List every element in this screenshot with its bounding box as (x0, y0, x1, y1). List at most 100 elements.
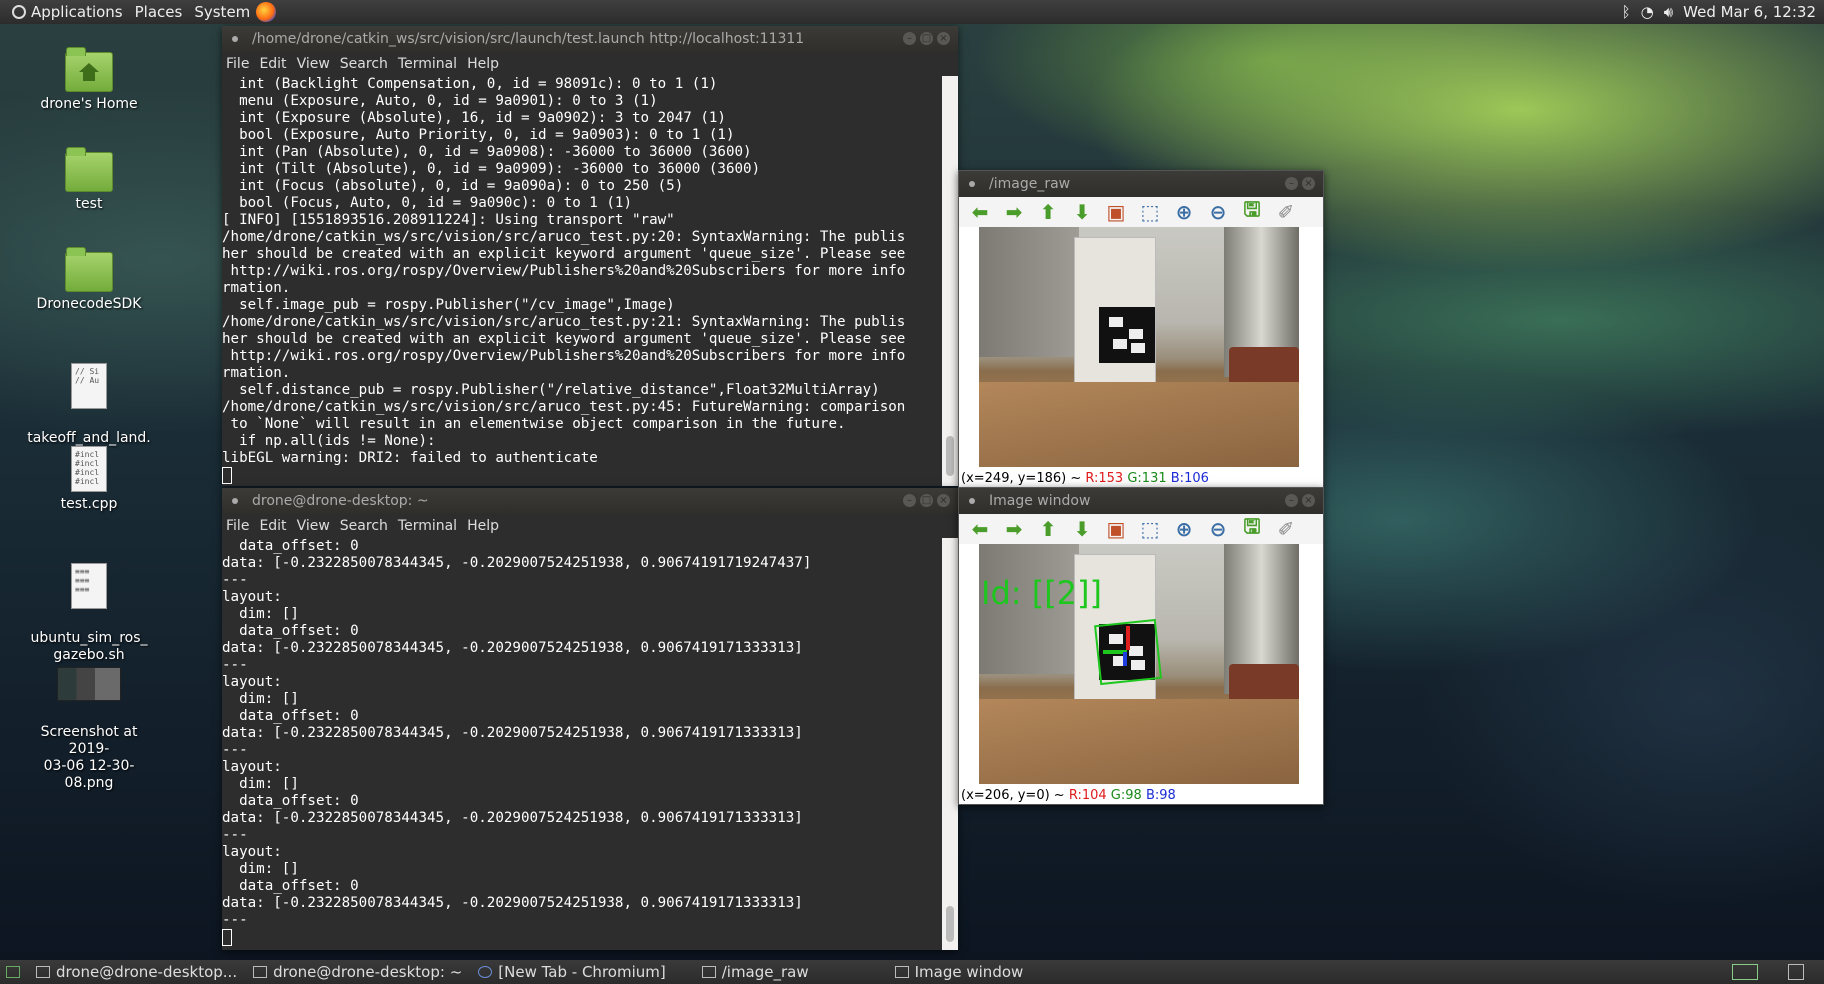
places-menu[interactable]: Places (129, 3, 189, 21)
save-icon[interactable]: 🖫︎ (1237, 514, 1267, 542)
window-menu-icon[interactable] (969, 181, 975, 187)
arrow-left-icon[interactable]: ⬅ (965, 516, 995, 542)
terminal-line: menu (Exposure, Auto, 0, id = 9a0901): 0… (222, 93, 658, 109)
close-icon[interactable]: × (1302, 177, 1315, 190)
terminal-window-rostopic[interactable]: drone@drone-desktop: ~ – □ × File Edit V… (222, 488, 958, 950)
terminal-output[interactable]: data_offset: 0 data: [-0.2322850078344345… (222, 538, 942, 950)
window-titlebar[interactable]: Image window – × (959, 488, 1323, 514)
close-icon[interactable]: × (1302, 494, 1315, 507)
desktop-icon-screenshot[interactable]: Screenshot at 2019- 03-06 12-30-08.png (24, 650, 154, 809)
window-menu-icon[interactable] (232, 498, 238, 504)
menu-view[interactable]: View (297, 518, 330, 534)
menu-file[interactable]: File (226, 56, 249, 72)
terminal-window-roslaunch[interactable]: /home/drone/catkin_ws/src/vision/src/lau… (222, 26, 958, 486)
home-folder-icon (65, 47, 113, 92)
maximize-icon[interactable]: □ (920, 494, 933, 507)
menu-terminal[interactable]: Terminal (398, 56, 457, 72)
menu-edit[interactable]: Edit (259, 56, 286, 72)
show-desktop-button[interactable] (0, 961, 26, 983)
terminal-output[interactable]: int (Backlight Compensation, 0, id = 980… (222, 76, 942, 486)
taskbar-item-image-window[interactable]: Image window (889, 961, 1030, 983)
firefox-launcher-icon[interactable] (256, 2, 277, 22)
minimize-icon[interactable]: – (903, 494, 916, 507)
taskbar-item-image-raw[interactable]: /image_raw (696, 961, 815, 983)
volume-icon[interactable]: 🔊︎ (1664, 3, 1673, 21)
window-titlebar[interactable]: /image_raw – × (959, 171, 1323, 197)
terminal-line: data: [-0.2322850078344345, -0.202900752… (222, 725, 803, 741)
system-menu[interactable]: System (188, 3, 256, 21)
pixel-g: G:98 (1110, 788, 1142, 803)
terminal-line: data: [-0.2322850078344345, -0.202900752… (222, 640, 803, 656)
terminal-line: int (Focus (absolute), 0, id = 9a090a): … (222, 178, 684, 194)
taskbar-item-label: drone@drone-desktop... (56, 963, 238, 981)
window-titlebar[interactable]: drone@drone-desktop: ~ – □ × (222, 488, 958, 514)
window-title: /home/drone/catkin_ws/src/vision/src/lau… (252, 31, 805, 47)
terminal-line: data_offset: 0 (222, 538, 359, 554)
source-file-icon: #incl #incl #incl #incl (71, 446, 107, 492)
arrow-up-icon[interactable]: ⬆ (1033, 516, 1063, 542)
zoom-in-icon[interactable]: ⊕ (1169, 199, 1199, 225)
workspace-switcher-icon[interactable] (1732, 964, 1758, 980)
maximize-icon[interactable]: □ (920, 32, 933, 45)
save-icon[interactable]: 🖫︎ (1237, 197, 1267, 225)
menu-file[interactable]: File (226, 518, 249, 534)
taskbar-item-terminal-1[interactable]: drone@drone-desktop... (30, 961, 243, 983)
menu-view[interactable]: View (297, 56, 330, 72)
viewer-toolbar: ⬅ ➡ ⬆ ⬇ ▣ ⬚ ⊕ ⊖ 🖫︎ ✐ (959, 197, 1323, 227)
clear-icon[interactable]: ✐ (1271, 199, 1301, 225)
folder-icon (65, 147, 113, 192)
annotated-camera-image[interactable]: Id: [[2]] (979, 544, 1299, 784)
terminal-line: dim: [] (222, 606, 299, 622)
source-file-icon: // Si // Au (71, 363, 107, 409)
camera-image[interactable] (979, 227, 1299, 467)
arrow-left-icon[interactable]: ⬅ (965, 199, 995, 225)
desktop-icon-test-folder[interactable]: test (24, 147, 154, 213)
arrow-up-icon[interactable]: ⬆ (1033, 199, 1063, 225)
terminal-line: self.distance_pub = rospy.Publisher("/re… (222, 382, 880, 398)
image-raw-window[interactable]: /image_raw – × ⬅ ➡ ⬆ ⬇ ▣ ⬚ ⊕ ⊖ 🖫︎ ✐ (x=2… (958, 170, 1324, 488)
window-menu-icon[interactable] (969, 498, 975, 504)
menu-help[interactable]: Help (467, 56, 499, 72)
arrow-right-icon[interactable]: ➡ (999, 516, 1029, 542)
close-icon[interactable]: × (937, 494, 950, 507)
zoom-out-icon[interactable]: ⊖ (1203, 516, 1233, 542)
terminal-scrollbar[interactable] (942, 538, 958, 950)
image-icon[interactable]: ▣ (1101, 199, 1131, 225)
window-titlebar[interactable]: /home/drone/catkin_ws/src/vision/src/lau… (222, 26, 958, 52)
terminal-line: data: [-0.2322850078344345, -0.202900752… (222, 895, 803, 911)
minimize-icon[interactable]: – (903, 32, 916, 45)
menu-terminal[interactable]: Terminal (398, 518, 457, 534)
desktop-icon-dronecodesdk[interactable]: DronecodeSDK (24, 247, 154, 313)
terminal-line: int (Exposure (Absolute), 16, id = 9a090… (222, 110, 726, 126)
applications-menu[interactable]: Applications (0, 3, 129, 21)
close-icon[interactable]: × (937, 32, 950, 45)
menu-search[interactable]: Search (340, 56, 388, 72)
zoom-fit-icon[interactable]: ⬚ (1135, 516, 1165, 542)
arrow-right-icon[interactable]: ➡ (999, 199, 1029, 225)
desktop-icon-home[interactable]: drone's Home (24, 47, 154, 113)
desktop-icon-label: test (75, 196, 103, 212)
clock[interactable]: Wed Mar 6, 12:32 (1683, 3, 1816, 21)
minimize-icon[interactable]: – (1285, 177, 1298, 190)
trash-icon[interactable] (1788, 964, 1804, 980)
desktop-icon-test-cpp[interactable]: #incl #incl #incl #incl test.cpp (24, 446, 154, 513)
menu-edit[interactable]: Edit (259, 518, 286, 534)
clear-icon[interactable]: ✐ (1271, 516, 1301, 542)
image-window[interactable]: Image window – × ⬅ ➡ ⬆ ⬇ ▣ ⬚ ⊕ ⊖ 🖫︎ ✐ Id… (958, 487, 1324, 805)
arrow-down-icon[interactable]: ⬇ (1067, 516, 1097, 542)
taskbar-item-chromium[interactable]: [New Tab - Chromium] (472, 961, 671, 983)
arrow-down-icon[interactable]: ⬇ (1067, 199, 1097, 225)
image-icon[interactable]: ▣ (1101, 516, 1131, 542)
menu-search[interactable]: Search (340, 518, 388, 534)
window-menu-icon[interactable] (232, 36, 238, 42)
terminal-scrollbar[interactable] (942, 76, 958, 486)
zoom-in-icon[interactable]: ⊕ (1169, 516, 1199, 542)
menu-help[interactable]: Help (467, 518, 499, 534)
zoom-fit-icon[interactable]: ⬚ (1135, 199, 1165, 225)
zoom-out-icon[interactable]: ⊖ (1203, 199, 1233, 225)
wifi-icon[interactable]: ◔ (1641, 3, 1654, 21)
bluetooth-icon[interactable]: ᛒ (1622, 3, 1631, 21)
taskbar-item-terminal-2[interactable]: drone@drone-desktop: ~ (247, 961, 468, 983)
terminal-line: --- (222, 912, 248, 928)
minimize-icon[interactable]: – (1285, 494, 1298, 507)
